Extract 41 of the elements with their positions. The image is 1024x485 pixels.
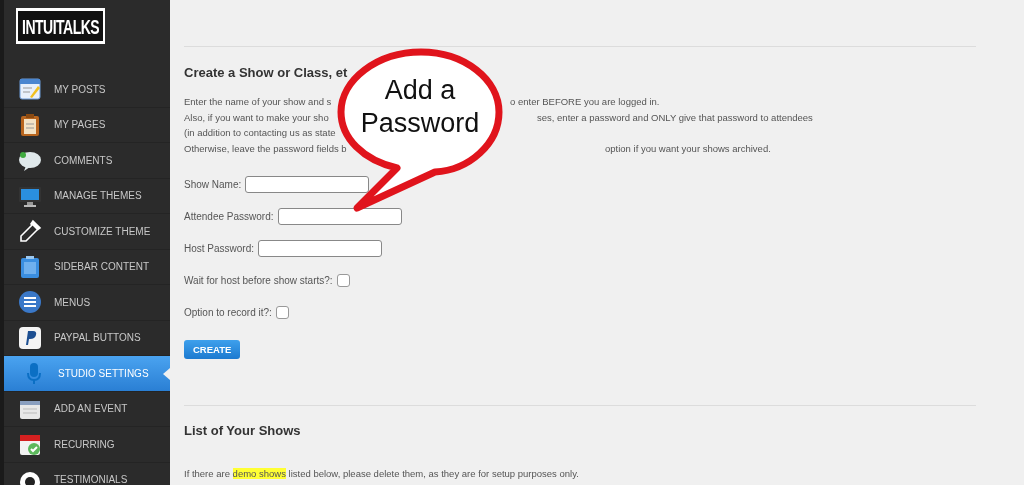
intro-text: (in addition to contacting us as state — [184, 127, 336, 138]
field-label: Attendee Password: — [184, 210, 274, 222]
notepad-icon — [18, 77, 42, 102]
sidebar-item[interactable]: RECURRING — [4, 427, 170, 463]
checkbox[interactable] — [275, 305, 289, 319]
sidebar-item[interactable]: COMMENTS — [4, 143, 170, 179]
sidebar-item[interactable]: MY PAGES — [4, 107, 170, 143]
intro-text: option if you want your shows archived. — [605, 142, 771, 154]
input-field[interactable] — [258, 239, 383, 257]
input-field[interactable] — [245, 175, 370, 193]
field-label: Host Password: — [184, 242, 255, 254]
note-text: If there are demo shows listed below, please delete them, as they are for setup purposes only. — [184, 468, 580, 479]
field-label: Option to record it?: — [184, 306, 272, 318]
section-heading: List of Your Shows — [184, 423, 302, 438]
sidebar-item[interactable]: TESTIMONIALS — [4, 462, 170, 485]
calendar-icon — [18, 432, 42, 457]
clipboard-icon — [18, 254, 42, 279]
intro-text: Otherwise, leave the password fields b — [184, 142, 347, 154]
create-button[interactable]: CREATE — [184, 340, 241, 359]
sidebar-item[interactable]: CUSTOMIZE THEME — [4, 214, 170, 250]
intro-text: o enter BEFORE you are logged in. — [510, 96, 660, 107]
intro-text: ses, enter a password and ONLY give that password to attendees — [537, 111, 813, 123]
dropper-icon — [18, 219, 42, 244]
sidebar-item[interactable]: SIDEBAR CONTENT — [4, 249, 170, 285]
sidebar-item[interactable]: MENUS — [4, 285, 170, 321]
sidebar-item[interactable]: MANAGE THEMES — [4, 178, 170, 214]
checkbox[interactable] — [336, 273, 350, 287]
callout-text: Add a Password — [360, 74, 480, 140]
intro-text: Enter the name of your show and s — [184, 96, 332, 107]
logo: INTUITALKS — [16, 8, 106, 44]
clipboard-icon — [18, 112, 42, 137]
section-heading: Create a Show or Class, et — [184, 65, 349, 80]
sidebar-item[interactable]: MY POSTS — [4, 72, 170, 108]
selection-pointer — [163, 368, 170, 380]
input-field[interactable] — [277, 207, 402, 225]
field-label: Wait for host before show starts?: — [184, 274, 333, 286]
sidebar-item[interactable]: ADD AN EVENT — [4, 391, 170, 427]
intro-text: Also, if you want to make your sho — [184, 111, 329, 123]
menu-icon — [18, 290, 42, 315]
field-label: Show Name: — [184, 178, 242, 190]
letter-p-icon — [18, 325, 42, 350]
